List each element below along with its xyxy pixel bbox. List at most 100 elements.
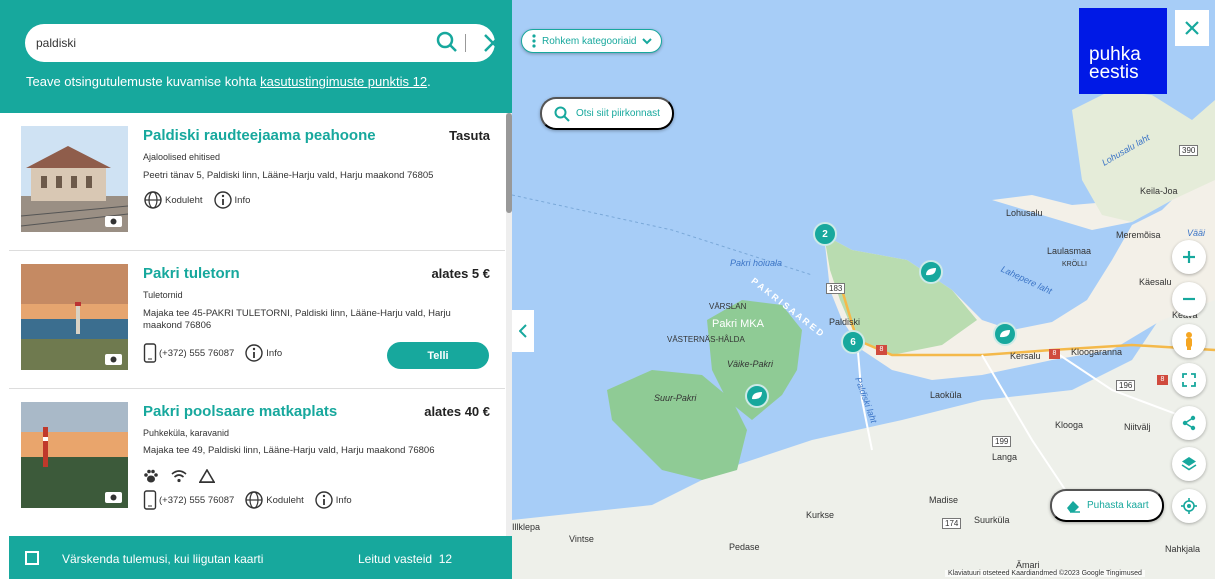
chevron-left-icon xyxy=(519,324,527,338)
map-label: Klooga xyxy=(1055,420,1084,430)
result-address: Majaka tee 45-PAKRI TULETORNI, Paldiski … xyxy=(143,308,451,331)
more-categories-button[interactable]: Rohkem kategooriaid xyxy=(521,29,662,53)
map-label: Laulasmaa xyxy=(1047,246,1092,256)
cluster-marker[interactable]: 6 xyxy=(841,330,865,354)
zoom-in-button[interactable] xyxy=(1172,240,1206,274)
info-link[interactable]: Info xyxy=(244,343,282,363)
result-price: Tasuta xyxy=(449,128,490,143)
list-item[interactable]: Paldiski raudteejaama peahoone Tasuta Aj… xyxy=(9,113,505,251)
puhka-eestis-logo[interactable]: puhka eestis xyxy=(1079,8,1167,94)
map-attribution[interactable]: Klaviatuuri otseteed Kaardiandmed ©2023 … xyxy=(945,570,1145,577)
search-header: Teave otsingutulemuste kuvamise kohta ka… xyxy=(0,0,512,113)
map-label: Suurküla xyxy=(974,515,1010,525)
result-category: Ajaloolised ehitised xyxy=(143,152,221,162)
result-address: Majaka tee 49, Paldiski linn, Lääne-Harj… xyxy=(143,445,435,456)
map-label: Pedase xyxy=(729,542,760,552)
layers-button[interactable] xyxy=(1172,447,1206,481)
leaf-marker-icon[interactable] xyxy=(993,322,1017,346)
crosshair-icon xyxy=(1181,498,1197,514)
info-icon xyxy=(245,344,263,362)
map-label: Keila-Joa xyxy=(1140,186,1178,196)
website-link[interactable]: Koduleht xyxy=(143,190,203,210)
amenities xyxy=(143,469,215,483)
search-notice: Teave otsingutulemuste kuvamise kohta ka… xyxy=(26,74,431,89)
map-label: Kurkse xyxy=(806,510,835,520)
road-badge: 8 xyxy=(1049,349,1060,359)
phone-link[interactable]: (+372) 555 76087 xyxy=(143,490,234,510)
list-item[interactable]: Pakri poolsaare matkaplats alates 40 € P… xyxy=(9,389,505,527)
map-label: VÄSTERNÄS-HÅLDA xyxy=(667,335,745,344)
search-divider xyxy=(465,34,466,52)
search-input[interactable] xyxy=(36,33,396,53)
terms-link[interactable]: kasutustingimuste punktis 12 xyxy=(260,74,427,89)
result-category: Puhkeküla, karavanid xyxy=(143,428,230,438)
plus-icon xyxy=(1183,251,1195,263)
phone-icon xyxy=(143,490,157,510)
list-item[interactable]: Pakri tuletorn alates 5 € Tuletornid Maj… xyxy=(9,251,505,389)
website-link[interactable]: Koduleht xyxy=(244,490,304,510)
leaf-marker-icon[interactable] xyxy=(919,260,943,284)
result-price: alates 5 € xyxy=(431,266,490,281)
refresh-label[interactable]: Värskenda tulemusi, kui liigutan kaarti xyxy=(62,552,263,566)
share-button[interactable] xyxy=(1172,406,1206,440)
my-location-button[interactable] xyxy=(1172,489,1206,523)
map-label: VÄRSLAN xyxy=(709,302,747,311)
map-label: Vääi xyxy=(1187,228,1206,238)
result-links: (+372) 555 76087 Info xyxy=(143,343,282,363)
minus-icon xyxy=(1183,297,1195,301)
map-label: Vintse xyxy=(569,534,594,544)
map[interactable]: Pakri hoiuala P A K R I S A A R E D VÄRS… xyxy=(512,0,1215,579)
map-label: Langa xyxy=(992,452,1018,462)
road-number: 183 xyxy=(826,283,846,294)
result-price: alates 40 € xyxy=(424,404,490,419)
result-thumbnail[interactable] xyxy=(21,126,128,232)
results-list: Paldiski raudteejaama peahoone Tasuta Aj… xyxy=(9,113,505,536)
road-number: 390 xyxy=(1179,145,1199,156)
map-label: Kersalu xyxy=(1010,351,1041,361)
result-title[interactable]: Pakri tuletorn xyxy=(143,265,240,282)
result-title[interactable]: Paldiski raudteejaama peahoone xyxy=(143,127,376,144)
map-label: Lohusalu xyxy=(1006,208,1043,218)
road-badge: 8 xyxy=(876,345,887,355)
info-link[interactable]: Info xyxy=(213,190,250,210)
cluster-marker[interactable]: 2 xyxy=(813,222,837,246)
info-icon xyxy=(213,191,232,209)
result-category: Tuletornid xyxy=(143,290,183,300)
road-number: 199 xyxy=(992,436,1012,447)
info-icon xyxy=(315,491,333,509)
result-links: (+372) 555 76087 Koduleht Info xyxy=(143,490,352,510)
result-thumbnail[interactable] xyxy=(21,264,128,370)
result-title[interactable]: Pakri poolsaare matkaplats xyxy=(143,403,337,420)
close-map-button[interactable] xyxy=(1175,10,1209,46)
map-label: Kloogaranna xyxy=(1071,347,1123,357)
result-thumbnail[interactable] xyxy=(21,402,128,508)
map-label: Madise xyxy=(929,495,959,505)
map-label: Paldiski xyxy=(829,317,861,327)
map-label: Meremõisa xyxy=(1116,230,1161,240)
search-icon[interactable] xyxy=(435,30,459,54)
result-links: Koduleht Info xyxy=(143,190,250,210)
refresh-checkbox[interactable] xyxy=(25,551,39,565)
phone-link[interactable]: (+372) 555 76087 xyxy=(143,343,234,363)
eraser-icon xyxy=(1067,500,1080,513)
map-label: Käesalu xyxy=(1139,277,1172,287)
map-label: Ämari xyxy=(1016,560,1040,570)
street-view-button[interactable] xyxy=(1172,324,1206,358)
fullscreen-button[interactable] xyxy=(1172,363,1206,397)
info-link[interactable]: Info xyxy=(314,490,352,510)
road-number: 174 xyxy=(942,518,962,529)
zoom-out-button[interactable] xyxy=(1172,282,1206,316)
map-label: Suur-Pakri xyxy=(654,393,697,403)
leaf-marker-icon[interactable] xyxy=(745,384,769,408)
collapse-panel-button[interactable] xyxy=(512,310,534,352)
close-icon[interactable] xyxy=(481,31,505,55)
search-area-button[interactable]: Otsi siit piirkonnast xyxy=(540,97,674,130)
close-icon xyxy=(1185,21,1199,35)
order-button[interactable]: Telli xyxy=(387,342,489,369)
road-badge: 8 xyxy=(1157,375,1168,385)
clear-map-button[interactable]: Puhasta kaart xyxy=(1050,489,1164,522)
globe-icon xyxy=(144,191,162,209)
fullscreen-icon xyxy=(1182,373,1196,387)
result-address: Peetri tänav 5, Paldiski linn, Lääne-Har… xyxy=(143,170,434,181)
tent-icon xyxy=(199,469,215,483)
